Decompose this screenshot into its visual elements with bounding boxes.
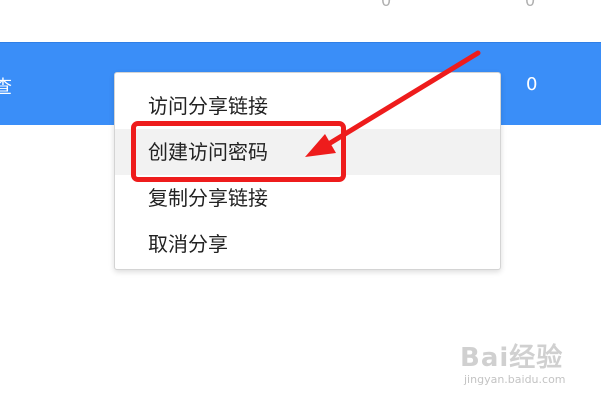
- baidu-jingyan-watermark: Bai经验 jingyan.baidu.com: [460, 337, 592, 393]
- screenshot-stage: 0 0 查 0 访问分享链接 创建访问密码 复制分享链接 取消分享 Bai经验 …: [0, 0, 601, 402]
- menu-item-cancel-share[interactable]: 取消分享: [115, 221, 500, 267]
- watermark-url: jingyan.baidu.com: [464, 373, 566, 386]
- row-count: 0: [526, 74, 538, 95]
- watermark-logo: Bai经验: [460, 343, 564, 373]
- row-count-1: 0: [381, 0, 392, 10]
- row-title-fragment: 查: [0, 77, 12, 98]
- row-count-2: 0: [525, 0, 536, 10]
- file-list-row[interactable]: 0 0: [0, 0, 601, 42]
- annotation-highlight-box: [131, 121, 346, 182]
